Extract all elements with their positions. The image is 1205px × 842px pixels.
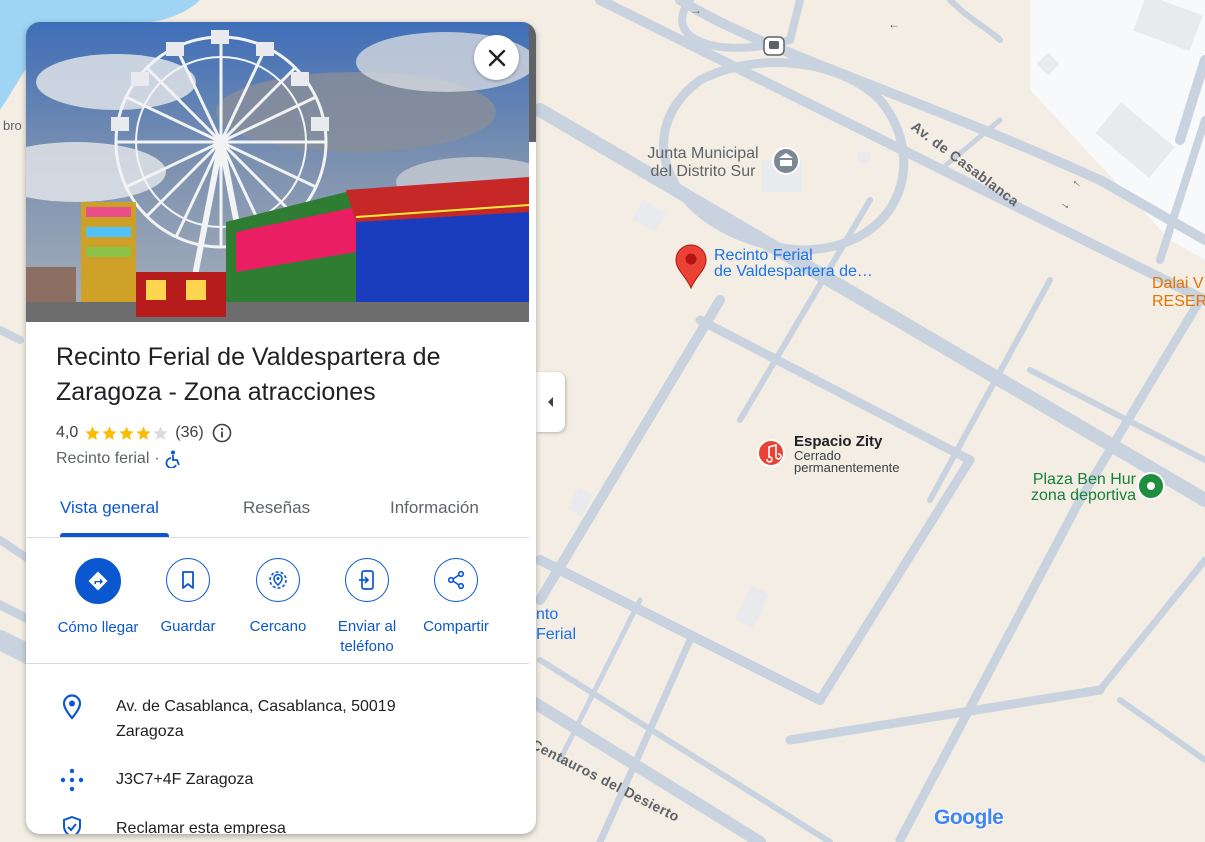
collapse-panel-button[interactable] bbox=[536, 372, 565, 432]
star-icon bbox=[119, 425, 134, 440]
map-label-partial-nto: nto bbox=[536, 606, 559, 623]
plus-code-row[interactable]: J3C7+4F Zaragoza bbox=[26, 767, 529, 793]
place-title: Recinto Ferial de Valdespartera de Zarag… bbox=[56, 343, 441, 406]
map-label-espacio-zity[interactable]: Espacio Zity Cerrado permanentemente bbox=[794, 433, 900, 474]
share-label: Compartir bbox=[423, 618, 489, 635]
save-label: Guardar bbox=[160, 618, 216, 635]
category-row: Recinto ferial · bbox=[56, 450, 181, 468]
panel-scroll-thumb[interactable] bbox=[529, 22, 536, 142]
rating-row: 4,0 (36) bbox=[56, 423, 232, 443]
tab-informacion[interactable]: Información bbox=[390, 498, 479, 518]
place-category[interactable]: Recinto ferial bbox=[56, 450, 149, 468]
send-to-phone-icon bbox=[359, 570, 374, 590]
tab-resenas[interactable]: Reseñas bbox=[243, 498, 310, 518]
address-row[interactable]: Av. de Casablanca, Casablanca, 50019 Zar… bbox=[26, 694, 529, 744]
tab-vista-general[interactable]: Vista general bbox=[60, 498, 159, 518]
review-count[interactable]: (36) bbox=[175, 424, 203, 442]
directions-button[interactable]: Cómo llegar bbox=[53, 558, 143, 638]
map-label-junta-municipal[interactable]: Junta Municipal del Distrito Sur bbox=[628, 145, 778, 181]
google-logo: Google bbox=[934, 806, 1004, 829]
map-label-dalai-line1: Dalai V bbox=[1152, 275, 1204, 292]
place-details-panel: Recinto Ferial de Valdespartera de Zarag… bbox=[26, 22, 536, 834]
map-label-plaza-ben-hur[interactable]: Plaza Ben Hur zona deportiva bbox=[1010, 472, 1136, 504]
svg-text:→: → bbox=[690, 3, 702, 17]
star-icon bbox=[136, 425, 151, 440]
close-icon bbox=[488, 49, 505, 66]
action-buttons: Cómo llegar Guardar Cercano Enviar al te… bbox=[26, 558, 529, 664]
map-label-recinto-line1: Recinto Ferial bbox=[714, 247, 813, 264]
send-to-phone-label: Enviar al teléfono bbox=[337, 618, 397, 655]
category-separator: · bbox=[154, 450, 160, 467]
map-label-espacio-line2: permanentemente bbox=[794, 460, 900, 475]
active-tab-indicator bbox=[60, 533, 169, 537]
map-label-partial-ebro: bro bbox=[3, 118, 22, 133]
map-label-plaza-line1: Plaza Ben Hur bbox=[1032, 471, 1136, 488]
location-pin-outline-icon bbox=[62, 694, 82, 720]
sports-ground-icon bbox=[1137, 472, 1165, 500]
plus-code-text: J3C7+4F Zaragoza bbox=[116, 771, 254, 788]
rating-stars[interactable] bbox=[84, 425, 169, 442]
share-button[interactable]: Compartir bbox=[411, 558, 501, 637]
place-photo[interactable] bbox=[26, 22, 529, 322]
bookmark-icon bbox=[182, 571, 194, 589]
map-label-junta-line2: del Distrito Sur bbox=[650, 163, 756, 180]
share-icon bbox=[447, 570, 465, 590]
map-label-dalai[interactable]: Dalai V RESER bbox=[1152, 275, 1205, 311]
claim-business-text: Reclamar esta empresa bbox=[116, 820, 286, 834]
music-venue-icon bbox=[757, 439, 785, 467]
nearby-label: Cercano bbox=[249, 618, 307, 635]
plus-code-icon bbox=[60, 768, 84, 792]
map-label-recinto-ferial[interactable]: Recinto Ferial de Valdespartera de… bbox=[714, 248, 873, 280]
directions-label: Cómo llegar bbox=[57, 619, 139, 636]
close-button[interactable] bbox=[474, 35, 519, 80]
chevron-left-icon bbox=[547, 397, 553, 407]
map-label-dalai-line2: RESER bbox=[1152, 293, 1205, 310]
send-to-phone-button[interactable]: Enviar al teléfono bbox=[322, 558, 412, 657]
address-text: Av. de Casablanca, Casablanca, 50019 Zar… bbox=[116, 698, 396, 740]
claim-business-row[interactable]: Reclamar esta empresa bbox=[26, 816, 529, 834]
panel-scrollbar[interactable] bbox=[529, 22, 536, 834]
directions-icon bbox=[88, 571, 108, 591]
bus-stop-icon bbox=[763, 36, 785, 56]
nearby-button[interactable]: Cercano bbox=[233, 558, 323, 637]
nearby-icon bbox=[269, 571, 287, 589]
star-icon bbox=[85, 425, 100, 440]
star-icon bbox=[102, 425, 117, 440]
map-label-plaza-line2: zona deportiva bbox=[1031, 487, 1136, 504]
rating-value: 4,0 bbox=[56, 424, 79, 441]
wheelchair-icon[interactable] bbox=[165, 450, 181, 468]
map-label-recinto-line2: de Valdespartera de… bbox=[714, 263, 873, 280]
verified-shield-icon bbox=[63, 816, 81, 834]
map-label-partial-ferial: Ferial bbox=[536, 626, 577, 643]
rating-info-button[interactable] bbox=[212, 423, 232, 443]
svg-text:←: ← bbox=[888, 17, 900, 31]
map-label-junta-line1: Junta Municipal bbox=[647, 145, 759, 162]
save-button[interactable]: Guardar bbox=[143, 558, 233, 637]
info-icon bbox=[212, 423, 232, 443]
place-tabs: Vista general Reseñas Información bbox=[26, 488, 529, 538]
star-empty-icon bbox=[153, 425, 168, 440]
